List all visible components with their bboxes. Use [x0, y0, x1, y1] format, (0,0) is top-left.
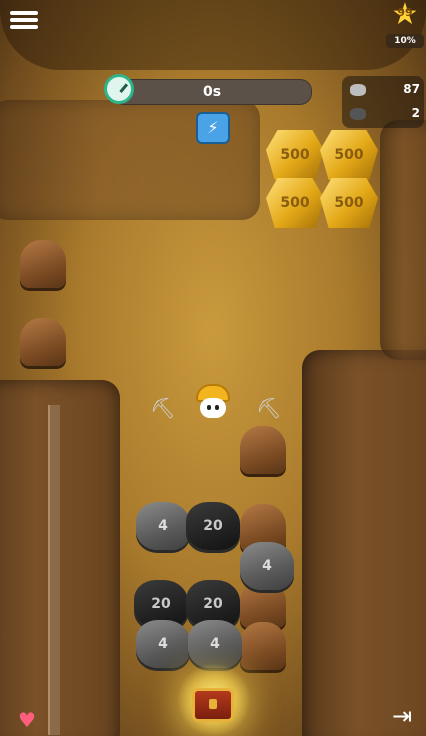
gold-block[interactable]: 500 [266, 178, 324, 228]
coal-block[interactable]: 20 [186, 502, 240, 550]
coal-count: 2 [411, 106, 420, 120]
dirt-mound[interactable] [20, 318, 66, 366]
heart-icon: ♥ [18, 708, 36, 732]
miner-face [200, 398, 226, 418]
stone-count: 87 [403, 82, 420, 96]
right-rock-wall [302, 350, 426, 736]
dirt-mound[interactable] [20, 240, 66, 288]
miner-player[interactable] [196, 384, 230, 424]
gold-block[interactable]: 500 [320, 130, 378, 180]
menu-button[interactable] [10, 8, 38, 34]
upper-cave-shadow [0, 0, 426, 70]
dirt-mound[interactable] [240, 622, 286, 670]
treasure-chest-icon[interactable] [192, 688, 234, 722]
stone-block[interactable]: 4 [240, 542, 294, 590]
menu-bar [10, 11, 38, 15]
stone-block[interactable]: 4 [136, 502, 190, 550]
dirt-mound[interactable] [240, 426, 286, 474]
pickaxe-icon: ⛏ [150, 396, 176, 420]
stone-icon [350, 84, 366, 96]
clock-icon [104, 74, 134, 104]
pickaxe-icon: ⛏ [256, 396, 282, 420]
menu-bar [10, 18, 38, 22]
upper-right-rock-wall [380, 120, 426, 360]
coal-icon [350, 108, 366, 120]
exit-icon[interactable]: ⇥ [392, 702, 412, 730]
menu-bar [10, 25, 38, 29]
gold-block[interactable]: 500 [266, 130, 324, 180]
stone-block[interactable]: 4 [136, 620, 190, 668]
timer-bar: 0s [112, 79, 312, 105]
winged-boot-icon[interactable]: ⚡ [196, 112, 230, 144]
mine-rail [48, 405, 60, 735]
level-progress: 10% [386, 34, 424, 48]
player-level: 99 [397, 6, 413, 19]
stone-block[interactable]: 4 [188, 620, 242, 668]
mine-stage: ★ 99 10% 0s ⚡ 87 2 500 500 500 500 ⛏ ⛏ 4… [0, 0, 426, 736]
gold-block[interactable]: 500 [320, 178, 378, 228]
left-rock-wall [0, 380, 120, 736]
